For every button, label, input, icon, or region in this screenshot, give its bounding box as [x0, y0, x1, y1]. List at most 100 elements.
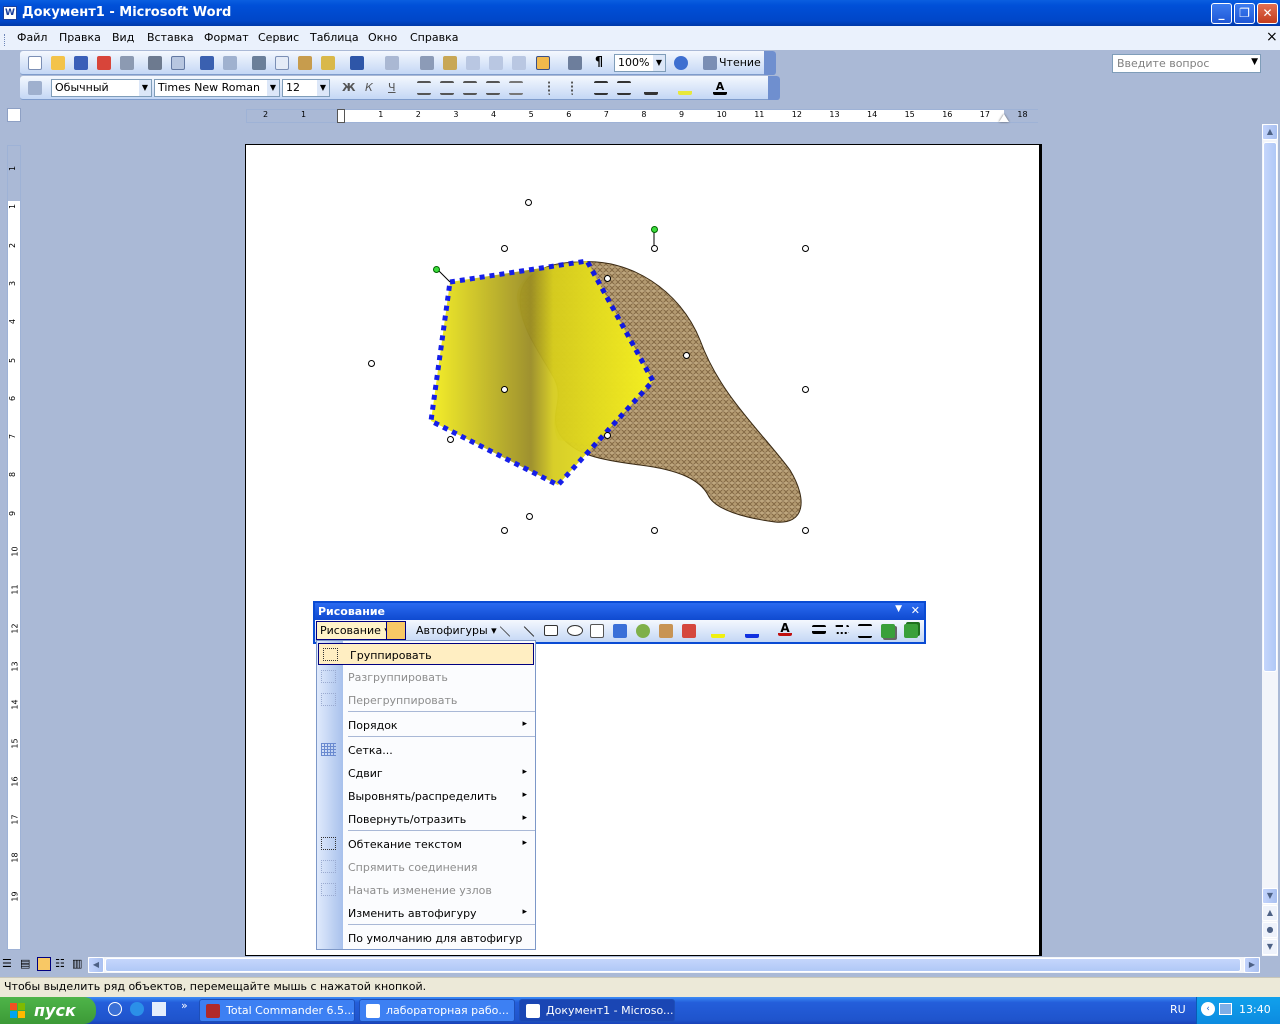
menu-separator	[348, 736, 535, 737]
menu-item-6[interactable]: Сдвиг ▸	[317, 762, 535, 784]
line-style-icon[interactable]	[812, 625, 826, 634]
diagram-icon[interactable]	[636, 624, 650, 638]
menu-item-5[interactable]: Сетка...	[317, 739, 535, 761]
selection-handle[interactable]	[802, 245, 809, 252]
oval-icon[interactable]	[567, 625, 583, 636]
wordart-icon[interactable]	[613, 624, 627, 638]
selection-handle[interactable]	[501, 527, 508, 534]
menu-item-label: Разгруппировать	[348, 671, 448, 684]
line-color-icon[interactable]	[745, 624, 759, 638]
menu-item-12[interactable]: Изменить автофигуру ▸	[317, 902, 535, 924]
edit-points-icon	[321, 883, 336, 896]
vertical-scrollbar[interactable]: ▲ ▼ ▲ ● ▼	[1262, 124, 1278, 956]
task-lab-document-label: лабораторная рабо...	[386, 1004, 509, 1017]
menu-item-label: Повернуть/отразить	[348, 813, 467, 826]
menu-item-9[interactable]: Обтекание текстом ▸	[317, 833, 535, 855]
ungroup-icon	[321, 670, 336, 683]
menu-item-label: Изменить автофигуру	[348, 907, 477, 920]
arrow-style-icon[interactable]	[858, 624, 872, 638]
insert-picture-icon[interactable]	[682, 624, 696, 638]
autoshapes-button[interactable]: Автофигуры ▾	[416, 624, 497, 637]
task-document1-label: Документ1 - Microso...	[546, 1004, 674, 1017]
word-doc-icon	[366, 1004, 380, 1018]
normal-view-icon[interactable]: ☰	[2, 957, 16, 971]
scroll-down-icon[interactable]: ▼	[1262, 888, 1278, 904]
select-objects-icon[interactable]	[386, 621, 406, 640]
selection-handle[interactable]	[501, 386, 508, 393]
drawing-canvas	[428, 231, 802, 523]
language-indicator[interactable]: RU	[1170, 1003, 1186, 1016]
task-lab-document[interactable]: лабораторная рабо...	[359, 999, 515, 1022]
horizontal-scrollbar[interactable]: ◀ ▶	[88, 957, 1260, 973]
clock[interactable]: 13:40	[1239, 1003, 1271, 1016]
start-label: пуск	[34, 1001, 76, 1020]
task-total-commander[interactable]: Total Commander 6.5...	[199, 999, 355, 1022]
tray-expand-icon[interactable]: ‹	[1201, 1002, 1215, 1016]
vertical-scroll-thumb[interactable]	[1263, 142, 1277, 672]
scroll-up-icon[interactable]: ▲	[1262, 124, 1278, 140]
drawing-toolbar-title: Рисование	[318, 605, 385, 618]
selection-handle[interactable]	[526, 513, 533, 520]
selection-handle[interactable]	[447, 436, 454, 443]
status-text: Чтобы выделить ряд объектов, перемещайте…	[4, 980, 427, 993]
arrow-icon[interactable]	[523, 626, 535, 637]
selection-handle[interactable]	[368, 360, 375, 367]
selection-handle[interactable]	[501, 245, 508, 252]
menu-item-13[interactable]: По умолчанию для автофигур	[317, 927, 535, 949]
submenu-arrow-icon: ▸	[522, 907, 527, 917]
reading-layout-view-icon[interactable]: ▥	[72, 957, 86, 971]
menu-item-label: Начать изменение узлов	[348, 884, 492, 897]
taskbar: пуск » Total Commander 6.5... лабораторн…	[0, 997, 1280, 1024]
prev-page-icon[interactable]: ▲	[1262, 905, 1278, 921]
task-document1[interactable]: Документ1 - Microso...	[519, 999, 675, 1022]
outline-view-icon[interactable]: ☷	[55, 957, 69, 971]
windows-flag-icon	[10, 1003, 25, 1018]
network-icon[interactable]	[1219, 1003, 1232, 1015]
selection-handle[interactable]	[651, 527, 658, 534]
scroll-right-icon[interactable]: ▶	[1244, 957, 1260, 973]
menu-item-1[interactable]: Группировать	[318, 643, 534, 665]
textbox-icon[interactable]	[590, 624, 604, 638]
selection-handle[interactable]	[802, 527, 809, 534]
shadow-style-icon[interactable]	[881, 624, 895, 638]
horizontal-scroll-thumb[interactable]	[105, 958, 1241, 972]
quicklaunch-ie-icon[interactable]	[130, 1002, 144, 1016]
select-browse-object-icon[interactable]: ●	[1262, 922, 1278, 938]
font-color-drawing-icon[interactable]: A	[778, 622, 792, 636]
web-layout-view-icon[interactable]: ▤	[20, 957, 34, 971]
quicklaunch-overflow-icon[interactable]: »	[181, 999, 188, 1012]
selection-handle[interactable]	[525, 199, 532, 206]
rotate-handle[interactable]	[651, 226, 658, 233]
selection-handle[interactable]	[802, 386, 809, 393]
clipart-icon[interactable]	[659, 624, 673, 638]
line-icon[interactable]	[499, 626, 511, 637]
3d-style-icon[interactable]	[904, 624, 918, 638]
selection-handle[interactable]	[604, 432, 611, 439]
rectangle-icon[interactable]	[544, 625, 558, 636]
draw-menu-button[interactable]: Рисование ▾	[316, 621, 394, 640]
submenu-arrow-icon: ▸	[522, 719, 527, 729]
quicklaunch-desktop-icon[interactable]	[152, 1002, 166, 1016]
selection-handle[interactable]	[604, 275, 611, 282]
menu-item-7[interactable]: Выровнять/распределить ▸	[317, 785, 535, 807]
fill-color-icon[interactable]	[711, 624, 725, 638]
print-layout-view-icon[interactable]	[37, 957, 51, 971]
dash-style-icon[interactable]	[835, 625, 849, 634]
quicklaunch-media-icon[interactable]	[108, 1002, 122, 1016]
rotate-handle[interactable]	[433, 266, 440, 273]
selection-handle[interactable]	[651, 245, 658, 252]
scroll-left-icon[interactable]: ◀	[88, 957, 104, 973]
drawing-toolbar-header[interactable]: Рисование ▼ ✕	[315, 603, 924, 620]
submenu-arrow-icon: ▸	[522, 790, 527, 800]
menu-item-10: Спрямить соединения	[317, 856, 535, 878]
menu-item-4[interactable]: Порядок ▸	[317, 714, 535, 736]
start-button[interactable]: пуск	[0, 997, 96, 1024]
next-page-icon[interactable]: ▼	[1262, 939, 1278, 955]
toolbar-options-dropdown-icon[interactable]: ▼	[895, 604, 902, 614]
selection-handle[interactable]	[683, 352, 690, 359]
menu-item-label: Перегруппировать	[348, 694, 458, 707]
menu-separator	[348, 830, 535, 831]
drawing-toolbar-close-icon[interactable]: ✕	[911, 604, 920, 617]
wrap-text-icon	[321, 837, 336, 850]
menu-item-8[interactable]: Повернуть/отразить ▸	[317, 808, 535, 830]
